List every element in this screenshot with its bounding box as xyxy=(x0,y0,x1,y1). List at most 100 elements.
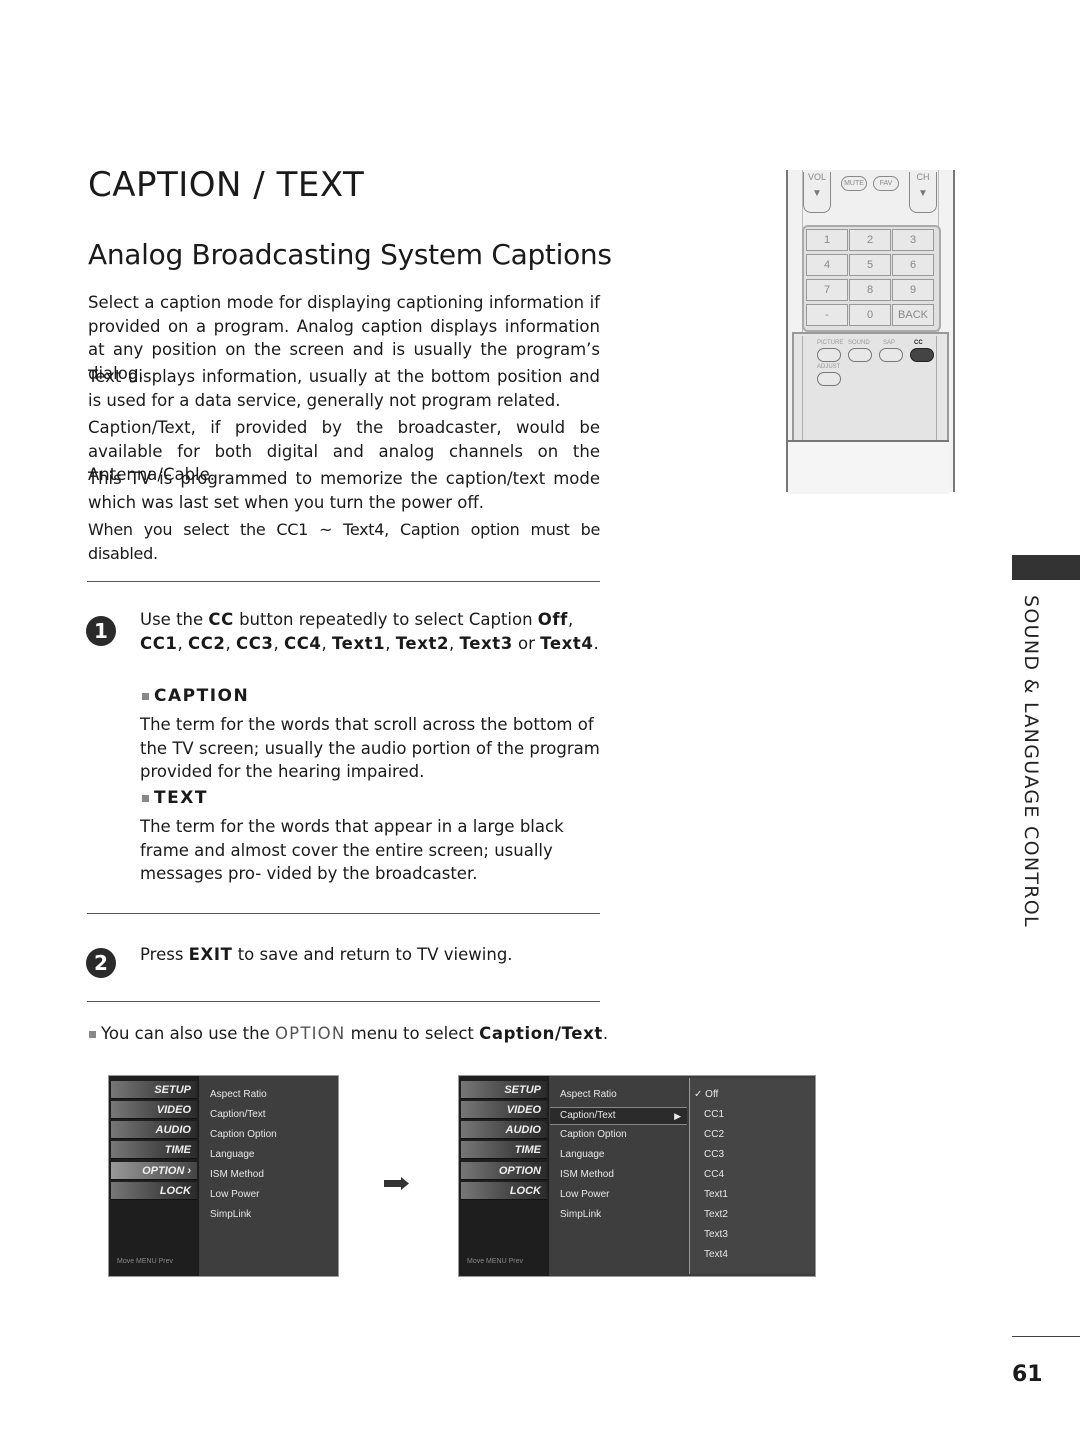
page-number: 61 xyxy=(1012,1362,1043,1387)
osd-item-aspect-ratio: Aspect Ratio xyxy=(560,1089,617,1100)
key-4: 4 xyxy=(806,254,848,276)
intro-paragraph: This TV is programmed to memorize the ca… xyxy=(88,469,600,512)
caption-description: The term for the words that scroll acros… xyxy=(140,715,600,781)
step-2-text: Press EXIT to save and return to TV view… xyxy=(140,945,513,964)
osd-item-low-power: Low Power xyxy=(210,1189,260,1200)
osd-menu-option: SETUP VIDEO AUDIO TIME OPTION › LOCK Mov… xyxy=(108,1075,339,1277)
osd-sub-text1: Text1 xyxy=(704,1189,728,1200)
key-0: 0 xyxy=(849,304,891,326)
osd-sub-text3: Text3 xyxy=(704,1229,728,1240)
osd-option-items: Aspect Ratio Caption/Text Caption Option… xyxy=(200,1076,337,1276)
osd-category-time: TIME xyxy=(461,1141,547,1159)
submenu-arrow-icon: ▶ xyxy=(674,1111,681,1121)
osd-item-caption-text: Caption/Text xyxy=(210,1109,266,1120)
key-3: 3 xyxy=(892,229,934,251)
remote-tray: PICTURE SOUND SAP CC ADJUST xyxy=(792,332,949,444)
osd-sub-cc4: CC4 xyxy=(704,1169,725,1180)
osd-footer-hint: Move MENU Prev xyxy=(467,1258,524,1265)
osd-sub-text4: Text4 xyxy=(704,1249,728,1260)
text-heading: TEXT xyxy=(142,788,208,808)
osd-category-list: SETUP VIDEO AUDIO TIME OPTION › LOCK Mov… xyxy=(109,1076,199,1276)
divider xyxy=(87,913,600,914)
step-number-badge: 2 xyxy=(86,948,116,978)
osd-category-audio: AUDIO xyxy=(461,1121,547,1139)
osd-sub-text2: Text2 xyxy=(704,1209,728,1220)
key-9: 9 xyxy=(892,279,934,301)
sap-button xyxy=(879,348,903,362)
section-title: Analog Broadcasting System Captions xyxy=(88,238,612,271)
divider xyxy=(87,1001,600,1002)
osd-category-setup: SETUP xyxy=(111,1081,197,1099)
osd-category-lock: LOCK xyxy=(111,1182,197,1200)
osd-sub-off: ✓ Off xyxy=(694,1089,719,1100)
key-8: 8 xyxy=(849,279,891,301)
osd-sub-cc2: CC2 xyxy=(704,1129,725,1140)
osd-item-low-power: Low Power xyxy=(560,1189,610,1200)
key-5: 5 xyxy=(849,254,891,276)
osd-item-caption-text-selected: Caption/Text ▶ xyxy=(550,1107,687,1125)
key-6: 6 xyxy=(892,254,934,276)
step-number-badge: 1 xyxy=(86,616,116,646)
osd-item-language: Language xyxy=(210,1149,255,1160)
chapter-tab xyxy=(1012,555,1080,580)
osd-category-setup: SETUP xyxy=(461,1081,547,1099)
key-dash: - xyxy=(806,304,848,326)
key-2: 2 xyxy=(849,229,891,251)
osd-item-ism-method: ISM Method xyxy=(210,1169,264,1180)
bullet-square-icon xyxy=(89,1031,96,1038)
osd-category-lock: LOCK xyxy=(461,1182,547,1200)
osd-sub-cc3: CC3 xyxy=(704,1149,725,1160)
adjust-button xyxy=(817,372,841,386)
picture-label: PICTURE xyxy=(817,340,844,346)
option-note: You can also use the OPTION menu to sele… xyxy=(89,1024,608,1043)
footer-rule xyxy=(1012,1336,1080,1337)
cc-label: CC xyxy=(914,340,923,346)
ch-button: CH ▼ xyxy=(909,172,937,213)
intro-paragraph: Text displays information, usually at th… xyxy=(88,367,600,410)
cc-button xyxy=(910,348,934,362)
osd-category-video: VIDEO xyxy=(461,1101,547,1119)
key-back: BACK xyxy=(892,304,934,326)
remote-control-illustration: VOL ▼ MUTE FAV CH ▼ 1 2 3 4 5 6 7 8 9 - 0 … xyxy=(786,170,955,494)
osd-category-audio: AUDIO xyxy=(111,1121,197,1139)
intro-note: When you select the CC1 ~ Text4, Caption… xyxy=(88,520,600,563)
osd-sub-cc1: CC1 xyxy=(704,1109,725,1120)
divider xyxy=(87,581,600,582)
picture-button xyxy=(817,348,841,362)
sound-button xyxy=(848,348,872,362)
osd-category-video: VIDEO xyxy=(111,1101,197,1119)
text-description: The term for the words that appear in a … xyxy=(140,817,564,883)
caption-heading: CAPTION xyxy=(142,686,249,706)
adjust-label: ADJUST xyxy=(817,364,841,370)
sound-label: SOUND xyxy=(848,340,870,346)
bullet-square-icon xyxy=(142,692,149,700)
osd-menu-caption-text: SETUP VIDEO AUDIO TIME OPTION LOCK Move … xyxy=(458,1075,816,1277)
osd-footer-hint: Move MENU Prev xyxy=(117,1258,174,1265)
arrow-right-icon xyxy=(384,1175,410,1194)
osd-category-option: OPTION xyxy=(461,1162,547,1180)
key-7: 7 xyxy=(806,279,848,301)
osd-item-language: Language xyxy=(560,1149,605,1160)
check-icon: ✓ xyxy=(694,1089,703,1100)
sap-label: SAP xyxy=(883,340,896,346)
osd-item-ism-method: ISM Method xyxy=(560,1169,614,1180)
osd-category-option: OPTION › xyxy=(111,1162,197,1180)
number-pad: 1 2 3 4 5 6 7 8 9 - 0 BACK xyxy=(802,225,941,332)
osd-item-simplink: SimpLink xyxy=(560,1209,602,1220)
osd-category-list: SETUP VIDEO AUDIO TIME OPTION LOCK Move … xyxy=(459,1076,549,1276)
osd-item-caption-option: Caption Option xyxy=(210,1129,277,1140)
page-title: CAPTION / TEXT xyxy=(88,165,365,205)
vol-button: VOL ▼ xyxy=(803,172,831,213)
mute-button: MUTE xyxy=(841,176,867,191)
osd-submenu-caption-modes: ✓ Off CC1 CC2 CC3 CC4 Text1 Text2 Text3 … xyxy=(689,1078,814,1274)
osd-item-caption-option: Caption Option xyxy=(560,1129,627,1140)
bullet-square-icon xyxy=(142,794,149,802)
osd-item-simplink: SimpLink xyxy=(210,1209,252,1220)
osd-item-aspect-ratio: Aspect Ratio xyxy=(210,1089,267,1100)
osd-category-time: TIME xyxy=(111,1141,197,1159)
osd-option-items: Aspect Ratio Caption/Text ▶ Caption Optio… xyxy=(550,1076,687,1276)
chapter-label: SOUND & LANGUAGE CONTROL xyxy=(1020,595,1042,928)
step-1-text: Use the CC button repeatedly to select C… xyxy=(140,610,599,653)
fav-button: FAV xyxy=(873,176,899,191)
key-1: 1 xyxy=(806,229,848,251)
